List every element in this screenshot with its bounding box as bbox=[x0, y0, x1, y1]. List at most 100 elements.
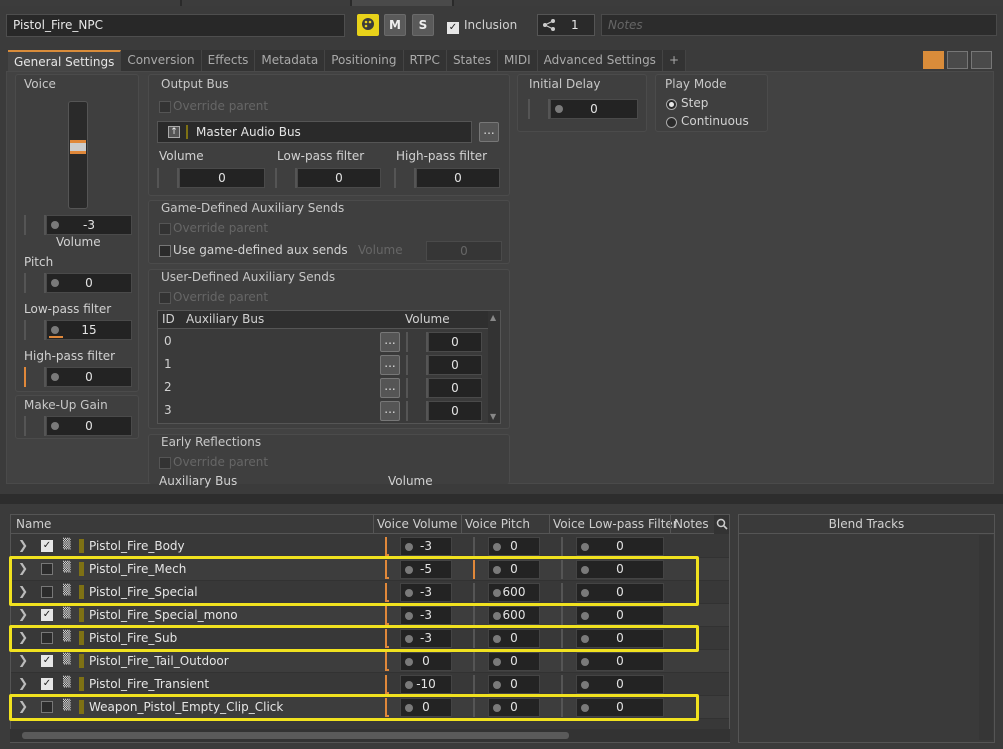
row-voice-volume[interactable]: -10 bbox=[400, 675, 452, 694]
output-lowpass-value[interactable]: 0 bbox=[297, 168, 381, 188]
color-palette-button[interactable] bbox=[357, 14, 379, 36]
er-aux-bus-label: Auxiliary Bus bbox=[159, 474, 238, 488]
chevron-right-icon[interactable]: ❯ bbox=[18, 676, 28, 690]
makeup-value[interactable]: 0 bbox=[46, 416, 132, 436]
continuous-radio[interactable] bbox=[666, 117, 677, 128]
row-enable-checkbox[interactable] bbox=[41, 540, 53, 552]
aux-row-volume[interactable]: 0 bbox=[428, 401, 482, 421]
layout-column-button[interactable] bbox=[971, 51, 992, 69]
row-voice-lowpass[interactable]: 0 bbox=[576, 675, 664, 694]
col-name[interactable]: Name bbox=[16, 517, 51, 531]
row-voice-volume[interactable]: -3 bbox=[400, 537, 452, 556]
grid-search-button[interactable] bbox=[714, 515, 729, 534]
notes-field[interactable]: Notes bbox=[601, 14, 997, 36]
use-game-aux-checkbox[interactable] bbox=[159, 245, 171, 257]
output-lowpass-label: Low-pass filter bbox=[277, 149, 365, 163]
aux-bus-browse-button[interactable]: ... bbox=[380, 378, 400, 398]
col-voice-lowpass[interactable]: Voice Low-pass Filter bbox=[553, 517, 678, 531]
inclusion-checkbox[interactable] bbox=[447, 19, 459, 34]
chevron-right-icon[interactable]: ❯ bbox=[18, 538, 28, 552]
tab-advanced-settings[interactable]: Advanced Settings bbox=[537, 50, 663, 72]
grid-row[interactable]: ❯ ▒ Pistol_Fire_Transient -10 0 0 bbox=[11, 673, 729, 696]
user-aux-override-label: Override parent bbox=[173, 290, 269, 304]
row-voice-volume[interactable]: 0 bbox=[400, 652, 452, 671]
col-notes[interactable]: Notes bbox=[674, 517, 709, 531]
highpass-value[interactable]: 0 bbox=[46, 367, 132, 387]
row-voice-pitch[interactable]: 0 bbox=[488, 675, 540, 694]
row-voice-pitch[interactable]: 0 bbox=[488, 652, 540, 671]
tab-midi[interactable]: MIDI bbox=[497, 50, 538, 72]
initial-delay-value[interactable]: 0 bbox=[550, 99, 638, 119]
mute-button[interactable]: M bbox=[384, 14, 406, 36]
object-name-field[interactable]: Pistol_Fire_NPC bbox=[6, 14, 345, 37]
output-highpass-label: High-pass filter bbox=[396, 149, 488, 163]
user-aux-scrollbar[interactable]: ▲ ▼ bbox=[488, 311, 500, 423]
pitch-value[interactable]: 0 bbox=[46, 273, 132, 293]
highlight-annotation bbox=[9, 556, 699, 606]
user-aux-table: ID Auxiliary Bus Volume 0 ... 0 1 ... 0 … bbox=[157, 310, 501, 424]
row-voice-pitch[interactable]: 600 bbox=[488, 606, 540, 625]
row-voice-volume[interactable]: -3 bbox=[400, 606, 452, 625]
voice-volume-label: Volume bbox=[56, 235, 101, 249]
tab-states[interactable]: States bbox=[446, 50, 498, 72]
row-enable-checkbox[interactable] bbox=[41, 609, 53, 621]
col-voice-pitch[interactable]: Voice Pitch bbox=[465, 517, 530, 531]
general-settings-panel: Voice -3 Volume Pitch 0 Low-pass filter … bbox=[6, 71, 994, 488]
output-bus-selector[interactable]: ↑ Master Audio Bus bbox=[157, 121, 472, 143]
tab-rtpc[interactable]: RTPC bbox=[403, 50, 447, 72]
step-radio[interactable] bbox=[666, 99, 677, 110]
er-override-checkbox[interactable] bbox=[159, 457, 171, 469]
grid-horizontal-scrollbar[interactable] bbox=[10, 729, 730, 742]
aux-row-id: 3 bbox=[164, 403, 172, 417]
output-bus-name: Master Audio Bus bbox=[196, 125, 301, 139]
chevron-right-icon[interactable]: ❯ bbox=[18, 607, 28, 621]
row-voice-lowpass[interactable]: 0 bbox=[576, 537, 664, 556]
row-enable-checkbox[interactable] bbox=[41, 678, 53, 690]
grid-row[interactable]: ❯ ▒ Pistol_Fire_Tail_Outdoor 0 0 0 bbox=[11, 650, 729, 673]
game-aux-override-checkbox[interactable] bbox=[159, 223, 171, 235]
lowpass-value[interactable]: 15 bbox=[46, 320, 132, 340]
aux-bus-browse-button[interactable]: ... bbox=[380, 332, 400, 352]
tab-metadata[interactable]: Metadata bbox=[255, 50, 326, 72]
user-aux-row[interactable]: 0 ... 0 bbox=[158, 330, 488, 353]
tab-effects[interactable]: Effects bbox=[201, 50, 256, 72]
palette-icon bbox=[362, 18, 374, 30]
grid-row[interactable]: ❯ ▒ Pistol_Fire_Special_mono -3 600 0 bbox=[11, 604, 729, 627]
output-volume-value[interactable]: 0 bbox=[179, 168, 265, 188]
user-aux-row[interactable]: 2 ... 0 bbox=[158, 376, 488, 399]
aux-bus-browse-button[interactable]: ... bbox=[380, 401, 400, 421]
blend-tracks-scrollbar[interactable] bbox=[979, 535, 993, 740]
tab-add-button[interactable]: + bbox=[662, 50, 686, 72]
aux-bus-browse-button[interactable]: ... bbox=[380, 355, 400, 375]
row-voice-pitch[interactable]: 0 bbox=[488, 537, 540, 556]
output-highpass-value[interactable]: 0 bbox=[416, 168, 500, 188]
aux-row-volume[interactable]: 0 bbox=[428, 355, 482, 375]
user-aux-override-checkbox[interactable] bbox=[159, 292, 171, 304]
game-aux-volume-value[interactable]: 0 bbox=[426, 241, 502, 261]
row-enable-checkbox[interactable] bbox=[41, 655, 53, 667]
chevron-right-icon[interactable]: ❯ bbox=[18, 653, 28, 667]
layout-split-button[interactable] bbox=[947, 51, 968, 69]
aux-row-volume[interactable]: 0 bbox=[428, 378, 482, 398]
lowpass-label: Low-pass filter bbox=[24, 302, 112, 316]
share-sets-button[interactable]: 1 bbox=[537, 14, 595, 36]
row-name: Pistol_Fire_Body bbox=[89, 539, 185, 553]
output-override-checkbox[interactable] bbox=[159, 101, 171, 113]
solo-button[interactable]: S bbox=[412, 14, 434, 36]
panel-separator[interactable] bbox=[0, 494, 1003, 504]
voice-volume-fader[interactable] bbox=[68, 101, 88, 209]
aux-row-volume[interactable]: 0 bbox=[428, 332, 482, 352]
voice-volume-value[interactable]: -3 bbox=[46, 215, 132, 235]
user-aux-row[interactable]: 1 ... 0 bbox=[158, 353, 488, 376]
col-voice-volume[interactable]: Voice Volume bbox=[377, 517, 457, 531]
tab-positioning[interactable]: Positioning bbox=[325, 50, 404, 72]
grid-row[interactable]: ❯ ▒ Pistol_Fire_Body -3 0 0 bbox=[11, 535, 729, 558]
row-voice-lowpass[interactable]: 0 bbox=[576, 606, 664, 625]
tab-general-settings[interactable]: General Settings bbox=[8, 50, 122, 72]
layout-single-button[interactable] bbox=[923, 51, 944, 69]
output-bus-browse-button[interactable]: ... bbox=[479, 122, 499, 142]
row-voice-lowpass[interactable]: 0 bbox=[576, 652, 664, 671]
user-aux-row[interactable]: 3 ... 0 bbox=[158, 399, 488, 422]
tab-conversion[interactable]: Conversion bbox=[121, 50, 202, 72]
fader-handle[interactable] bbox=[70, 140, 86, 154]
